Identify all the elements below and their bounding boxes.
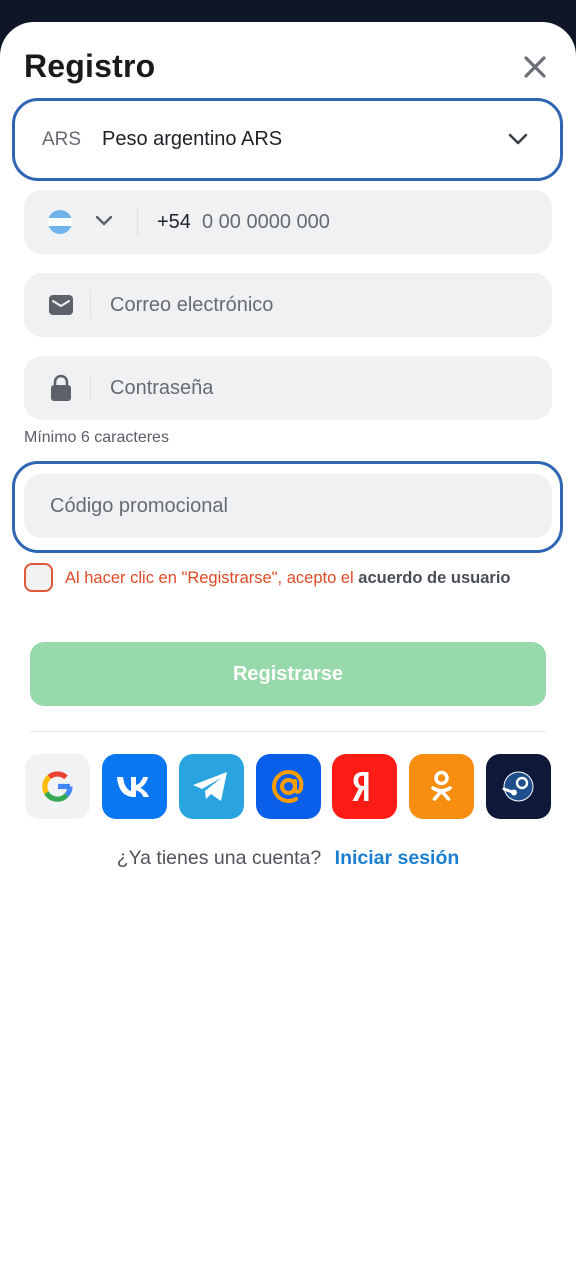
phone-prefix: +54 [157, 211, 191, 233]
yandex-button[interactable] [332, 754, 397, 819]
currency-select[interactable]: ARS Peso argentino ARS [19, 106, 555, 174]
close-icon[interactable] [520, 52, 550, 82]
promo-code-input[interactable]: Código promocional [50, 495, 228, 518]
password-field[interactable]: Contraseña [24, 356, 552, 420]
phone-input[interactable]: 0 00 0000 000 [202, 211, 330, 234]
argentina-flag-icon[interactable] [48, 210, 72, 234]
steam-button[interactable] [486, 754, 551, 819]
odnoklassniki-icon [431, 770, 452, 801]
terms-label: Al hacer clic en "Registrarse", acepto e… [65, 569, 354, 587]
lock-icon [51, 374, 71, 401]
promo-code-field[interactable]: Código promocional [24, 474, 552, 538]
password-input[interactable]: Contraseña [110, 377, 213, 400]
telegram-button[interactable] [179, 754, 244, 819]
register-button[interactable]: Registrarse [30, 642, 546, 706]
steam-icon [502, 771, 534, 802]
divider [137, 208, 138, 236]
currency-name: Peso argentino ARS [102, 128, 283, 150]
vk-button[interactable] [102, 754, 167, 819]
email-field[interactable]: Correo electrónico [24, 273, 552, 337]
user-agreement-link[interactable]: acuerdo de usuario [358, 569, 510, 587]
login-question: ¿Ya tienes una cuenta? [116, 847, 322, 869]
phone-field[interactable]: +54 0 00 0000 000 [24, 190, 552, 254]
telegram-icon [193, 772, 227, 801]
envelope-icon [49, 295, 73, 315]
password-hint: Mínimo 6 caracteres [24, 429, 169, 446]
divider [90, 291, 91, 319]
registration-sheet: Registro ARS Peso argentino ARS +54 0 00… [0, 22, 576, 1280]
email-input[interactable]: Correo electrónico [110, 294, 273, 317]
currency-code: ARS [42, 129, 82, 150]
terms-text: Al hacer clic en "Registrarse", acepto e… [65, 566, 535, 590]
mailru-icon [271, 769, 304, 804]
chevron-down-icon[interactable] [94, 214, 114, 228]
vk-icon [117, 777, 149, 797]
google-icon [42, 771, 73, 802]
login-prompt: ¿Ya tienes una cuenta? Iniciar sesión [0, 847, 576, 870]
mailru-button[interactable] [256, 754, 321, 819]
odnoklassniki-button[interactable] [409, 754, 474, 819]
yandex-icon [352, 772, 369, 801]
login-link[interactable]: Iniciar sesión [335, 847, 460, 869]
divider [90, 374, 91, 402]
chevron-down-icon [508, 133, 528, 145]
page-title: Registro [24, 48, 156, 84]
divider [30, 731, 546, 732]
google-button[interactable] [25, 754, 90, 819]
terms-checkbox[interactable] [24, 563, 53, 592]
